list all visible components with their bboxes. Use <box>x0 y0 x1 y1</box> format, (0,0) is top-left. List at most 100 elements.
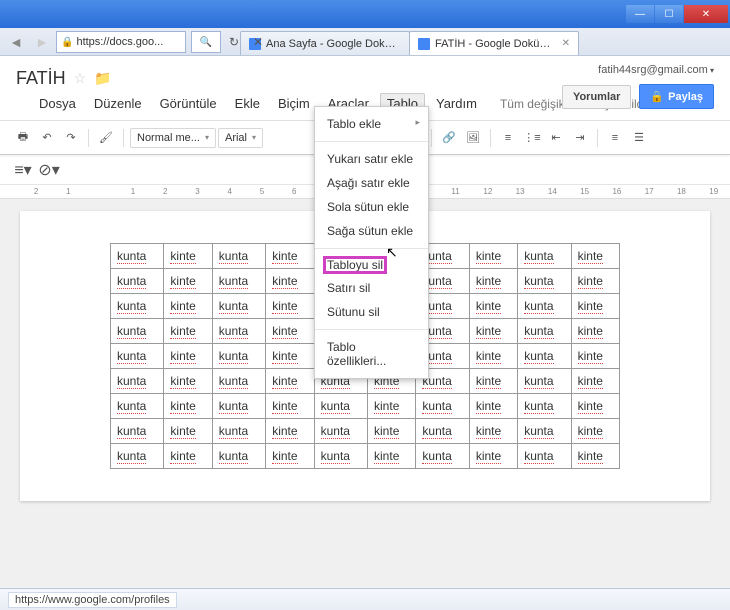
table-cell[interactable]: kunta <box>111 369 164 394</box>
menu-ekle[interactable]: Ekle <box>228 93 267 114</box>
table-cell[interactable]: kunta <box>416 444 469 469</box>
table-cell[interactable]: kinte <box>164 394 212 419</box>
table-cell[interactable]: kunta <box>518 344 571 369</box>
star-icon[interactable]: ☆ <box>74 70 87 87</box>
table-cell[interactable]: kinte <box>164 244 212 269</box>
table-cell[interactable]: kunta <box>518 369 571 394</box>
table-cell[interactable]: kunta <box>111 294 164 319</box>
paint-format-icon[interactable]: 🖌 <box>95 127 117 149</box>
tab-close-icon[interactable]: ✕ <box>562 38 570 49</box>
undo-icon[interactable]: ↶ <box>36 127 58 149</box>
forward-button[interactable]: ► <box>30 30 54 54</box>
table-cell[interactable]: kunta <box>518 394 571 419</box>
menu-col-right[interactable]: Sağa sütun ekle <box>315 219 428 243</box>
menu-goruntule[interactable]: Görüntüle <box>153 93 224 114</box>
table-cell[interactable]: kinte <box>164 419 212 444</box>
link-icon[interactable]: 🔗 <box>438 127 460 149</box>
table-cell[interactable]: kinte <box>571 344 619 369</box>
table-cell[interactable]: kunta <box>518 244 571 269</box>
menu-bicim[interactable]: Biçim <box>271 93 317 114</box>
window-maximize-button[interactable]: ☐ <box>655 5 683 23</box>
table-cell[interactable]: kinte <box>469 419 517 444</box>
menu-delete-table[interactable]: Tabloyu sil <box>323 256 387 274</box>
table-cell[interactable]: kunta <box>416 419 469 444</box>
table-cell[interactable]: kinte <box>368 394 416 419</box>
align-left-icon[interactable]: ≡ <box>604 127 626 149</box>
table-cell[interactable]: kinte <box>469 344 517 369</box>
menu-delete-col[interactable]: Sütunu sil <box>315 300 428 324</box>
window-close-button[interactable]: ✕ <box>684 5 728 23</box>
menu-duzenle[interactable]: Düzenle <box>87 93 149 114</box>
folder-icon[interactable]: 📁 <box>94 70 111 87</box>
table-cell[interactable]: kinte <box>469 319 517 344</box>
table-cell[interactable]: kinte <box>571 269 619 294</box>
table-cell[interactable]: kinte <box>266 269 314 294</box>
menu-table-properties[interactable]: Tablo özellikleri... <box>315 335 428 373</box>
stop-icon[interactable]: ✕ <box>248 32 268 52</box>
refresh-icon[interactable]: ↻ <box>224 32 244 52</box>
table-cell[interactable]: kinte <box>469 394 517 419</box>
table-cell[interactable]: kinte <box>571 319 619 344</box>
back-button[interactable]: ◄ <box>4 30 28 54</box>
menu-yardim[interactable]: Yardım <box>429 93 484 114</box>
table-cell[interactable]: kinte <box>469 369 517 394</box>
table-cell[interactable]: kinte <box>469 444 517 469</box>
numbered-list-icon[interactable]: ≡ <box>497 127 519 149</box>
table-cell[interactable]: kinte <box>266 244 314 269</box>
table-cell[interactable]: kinte <box>266 319 314 344</box>
doc-title[interactable]: FATİH <box>16 68 66 89</box>
user-email[interactable]: fatih44srg@gmail.com <box>598 64 714 76</box>
table-cell[interactable]: kunta <box>212 244 265 269</box>
table-cell[interactable]: kunta <box>111 444 164 469</box>
table-cell[interactable]: kunta <box>212 269 265 294</box>
table-cell[interactable]: kunta <box>212 419 265 444</box>
table-cell[interactable]: kunta <box>518 319 571 344</box>
table-cell[interactable]: kinte <box>571 419 619 444</box>
table-cell[interactable]: kinte <box>266 444 314 469</box>
table-cell[interactable]: kunta <box>314 444 367 469</box>
menu-row-above[interactable]: Yukarı satır ekle <box>315 147 428 171</box>
indent-decrease-icon[interactable]: ⇤ <box>545 127 567 149</box>
table-cell[interactable]: kunta <box>314 394 367 419</box>
table-cell[interactable]: kinte <box>571 369 619 394</box>
paragraph-style-select[interactable]: Normal me... <box>130 128 216 148</box>
table-cell[interactable]: kinte <box>164 269 212 294</box>
table-cell[interactable]: kinte <box>469 269 517 294</box>
table-cell[interactable]: kunta <box>518 269 571 294</box>
table-cell[interactable]: kinte <box>266 419 314 444</box>
table-cell[interactable]: kinte <box>266 369 314 394</box>
comments-button[interactable]: Yorumlar <box>562 85 631 109</box>
table-cell[interactable]: kunta <box>212 394 265 419</box>
menu-col-left[interactable]: Sola sütun ekle <box>315 195 428 219</box>
share-button[interactable]: 🔒 Paylaş <box>639 84 714 109</box>
menu-insert-table[interactable]: Tablo ekle <box>315 112 428 136</box>
browser-search-box[interactable]: 🔍 <box>191 31 221 53</box>
table-cell[interactable]: kinte <box>266 344 314 369</box>
print-icon[interactable]: 🖶 <box>12 127 34 149</box>
table-cell[interactable]: kunta <box>111 344 164 369</box>
table-cell[interactable]: kunta <box>518 419 571 444</box>
redo-icon[interactable]: ↷ <box>60 127 82 149</box>
table-cell[interactable]: kunta <box>111 394 164 419</box>
clear-format-icon[interactable]: ⊘▾ <box>38 159 60 181</box>
table-cell[interactable]: kinte <box>469 294 517 319</box>
table-cell[interactable]: kinte <box>164 344 212 369</box>
table-cell[interactable]: kinte <box>368 444 416 469</box>
window-minimize-button[interactable]: — <box>626 5 654 23</box>
table-cell[interactable]: kinte <box>571 394 619 419</box>
table-cell[interactable]: kunta <box>518 444 571 469</box>
table-cell[interactable]: kinte <box>368 419 416 444</box>
tab-fatih[interactable]: FATİH - Google Dokümanlar ✕ <box>409 31 579 55</box>
table-cell[interactable]: kunta <box>518 294 571 319</box>
table-cell[interactable]: kunta <box>212 319 265 344</box>
table-cell[interactable]: kinte <box>266 294 314 319</box>
line-spacing-icon[interactable]: ≡▾ <box>12 159 34 181</box>
menu-dosya[interactable]: Dosya <box>32 93 83 114</box>
table-cell[interactable]: kinte <box>469 244 517 269</box>
table-cell[interactable]: kunta <box>212 369 265 394</box>
table-cell[interactable]: kinte <box>266 394 314 419</box>
table-cell[interactable]: kinte <box>164 294 212 319</box>
address-bar[interactable]: 🔒 https://docs.goo... <box>56 31 186 53</box>
indent-increase-icon[interactable]: ⇥ <box>569 127 591 149</box>
table-cell[interactable]: kunta <box>212 444 265 469</box>
